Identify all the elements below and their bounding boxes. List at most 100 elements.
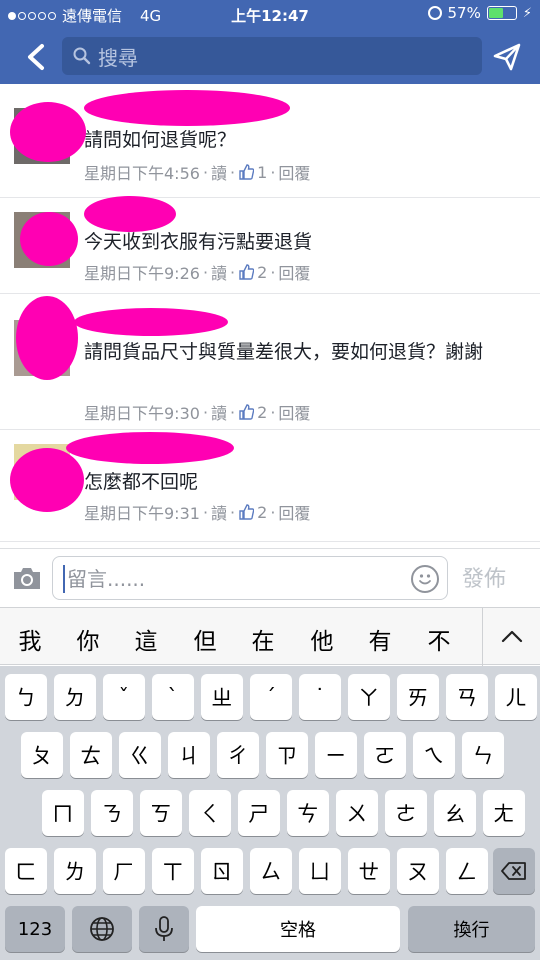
keyboard-key[interactable]: ㄩ (299, 848, 341, 894)
keyboard-key[interactable]: ˊ (250, 674, 292, 720)
reply-link[interactable]: 回覆 (278, 500, 310, 524)
keyboard-key[interactable]: ㄏ (103, 848, 145, 894)
candidate-word[interactable]: 不 (419, 622, 459, 656)
smiley-icon[interactable] (411, 565, 439, 593)
reply-link[interactable]: 回覆 (278, 160, 310, 184)
keyboard-key[interactable]: ㄘ (287, 790, 329, 836)
keyboard-key[interactable]: ㄇ (42, 790, 84, 836)
keyboard-key[interactable]: ㄜ (385, 790, 427, 836)
redaction-mark (10, 448, 84, 512)
keyboard-key[interactable]: ㄣ (462, 732, 504, 778)
comment-time: 星期日下午9:26 (84, 264, 200, 283)
keyboard-key[interactable]: ㄋ (91, 790, 133, 836)
read-label: 讀 (211, 164, 228, 183)
return-key[interactable]: 換行 (408, 906, 535, 952)
keyboard-key[interactable]: ㄥ (446, 848, 488, 894)
keyboard-key[interactable]: ㄐ (168, 732, 210, 778)
keyboard-key[interactable]: ㄡ (397, 848, 439, 894)
comment-item: 今天收到衣服有污點要退貨 星期日下午9:26 · 讀 · 2 · 回覆 (0, 198, 540, 294)
reply-link[interactable]: 回覆 (278, 260, 310, 284)
keyboard-key[interactable]: ㄤ (483, 790, 525, 836)
keyboard-key[interactable]: ㄨ (336, 790, 378, 836)
redaction-mark (84, 196, 176, 232)
keyboard-key[interactable]: ㄌ (54, 848, 96, 894)
keyboard-key[interactable]: ˙ (299, 674, 341, 720)
globe-key[interactable] (72, 906, 132, 952)
redaction-mark (10, 102, 86, 162)
redaction-mark (20, 212, 78, 266)
keyboard-key[interactable]: ㄦ (495, 674, 537, 720)
candidate-word[interactable]: 你 (68, 622, 108, 656)
keyboard-key[interactable]: ㄛ (364, 732, 406, 778)
keyboard-key[interactable]: ㄎ (140, 790, 182, 836)
keyboard-key[interactable]: ㄓ (201, 674, 243, 720)
comment-meta: 星期日下午9:30 · 讀 · 2 · 回覆 (84, 400, 310, 424)
keyboard-key[interactable]: ㄊ (70, 732, 112, 778)
keyboard-key[interactable]: ㄆ (21, 732, 63, 778)
battery-icon (486, 6, 517, 20)
post-button[interactable]: 發佈 (462, 561, 506, 593)
keyboard-key[interactable]: ㄑ (189, 790, 231, 836)
keyboard-key[interactable]: ㄅ (5, 674, 47, 720)
search-icon (73, 47, 91, 65)
nav-row: 搜尋 (0, 36, 540, 76)
keyboard-key[interactable]: ㄗ (266, 732, 308, 778)
redaction-mark (84, 90, 290, 126)
globe-icon (90, 917, 114, 941)
comment-time: 星期日下午9:31 (84, 504, 200, 523)
numbers-key[interactable]: 123 (5, 906, 65, 952)
thumbs-up-icon[interactable] (238, 164, 255, 180)
keyboard-key[interactable]: ㄕ (238, 790, 280, 836)
thumbs-up-icon[interactable] (238, 504, 255, 520)
keyboard-key[interactable]: ˇ (103, 674, 145, 720)
redaction-mark (66, 432, 234, 464)
candidate-divider (482, 608, 483, 666)
status-bar: 遠傳電信 4G 上午12:47 57% ⚡ (0, 0, 540, 28)
backspace-icon (501, 862, 526, 880)
candidate-bar: 我 你 這 但 在 他 有 不 (0, 607, 540, 666)
keyboard-key[interactable]: ˋ (152, 674, 194, 720)
delete-key[interactable] (493, 848, 535, 894)
keyboard-key[interactable]: ㄒ (152, 848, 194, 894)
comment-input[interactable]: 留言...... (52, 556, 448, 600)
keyboard-key[interactable]: ㄔ (217, 732, 259, 778)
app-header: 遠傳電信 4G 上午12:47 57% ⚡ 搜尋 (0, 0, 540, 84)
keyboard-key[interactable]: ㄙ (250, 848, 292, 894)
keyboard-key[interactable]: ㄠ (434, 790, 476, 836)
comment-text: 今天收到衣服有污點要退貨 (84, 231, 313, 253)
keyboard-key[interactable]: ㄝ (348, 848, 390, 894)
keyboard-key[interactable]: ㄖ (201, 848, 243, 894)
comment-meta: 星期日下午4:56 · 讀 · 1 · 回覆 (84, 160, 310, 184)
messenger-send-icon[interactable] (492, 42, 522, 72)
comment-item: 請問貨品尺寸與質量差很大，要如何退貨？謝謝 星期日下午9:30 · 讀 · 2 … (0, 294, 540, 430)
keyboard-key[interactable]: ㄈ (5, 848, 47, 894)
like-count: 1 (257, 162, 268, 182)
keyboard-key[interactable]: ㄉ (54, 674, 96, 720)
candidate-word[interactable]: 這 (126, 622, 166, 656)
search-input[interactable]: 搜尋 (62, 37, 482, 75)
keyboard-key[interactable]: ㄍ (119, 732, 161, 778)
keyboard-key[interactable]: ㄚ (348, 674, 390, 720)
keyboard-key[interactable]: ㄟ (413, 732, 455, 778)
candidate-word[interactable]: 有 (360, 622, 400, 656)
candidate-word[interactable]: 我 (10, 622, 50, 656)
thumbs-up-icon[interactable] (238, 404, 255, 420)
back-arrow-icon[interactable] (22, 40, 52, 74)
candidate-word[interactable]: 但 (185, 622, 225, 656)
candidate-word[interactable]: 在 (243, 622, 283, 656)
chevron-up-icon[interactable] (500, 628, 524, 644)
keyboard-key[interactable]: ㄧ (315, 732, 357, 778)
camera-icon[interactable] (12, 565, 42, 591)
comment-meta: 星期日下午9:26 · 讀 · 2 · 回覆 (84, 260, 310, 284)
reply-link[interactable]: 回覆 (278, 400, 310, 424)
battery-percent: 57% (447, 4, 481, 22)
keyboard-key[interactable]: ㄢ (446, 674, 488, 720)
thumbs-up-icon[interactable] (238, 264, 255, 280)
keyboard-key[interactable]: ㄞ (397, 674, 439, 720)
comment-meta: 星期日下午9:31 · 讀 · 2 · 回覆 (84, 500, 310, 524)
space-key[interactable]: 空格 (196, 906, 400, 952)
microphone-key[interactable] (139, 906, 189, 952)
comment-placeholder: 留言...... (67, 567, 146, 591)
text-cursor (63, 565, 65, 593)
candidate-word[interactable]: 他 (302, 622, 342, 656)
